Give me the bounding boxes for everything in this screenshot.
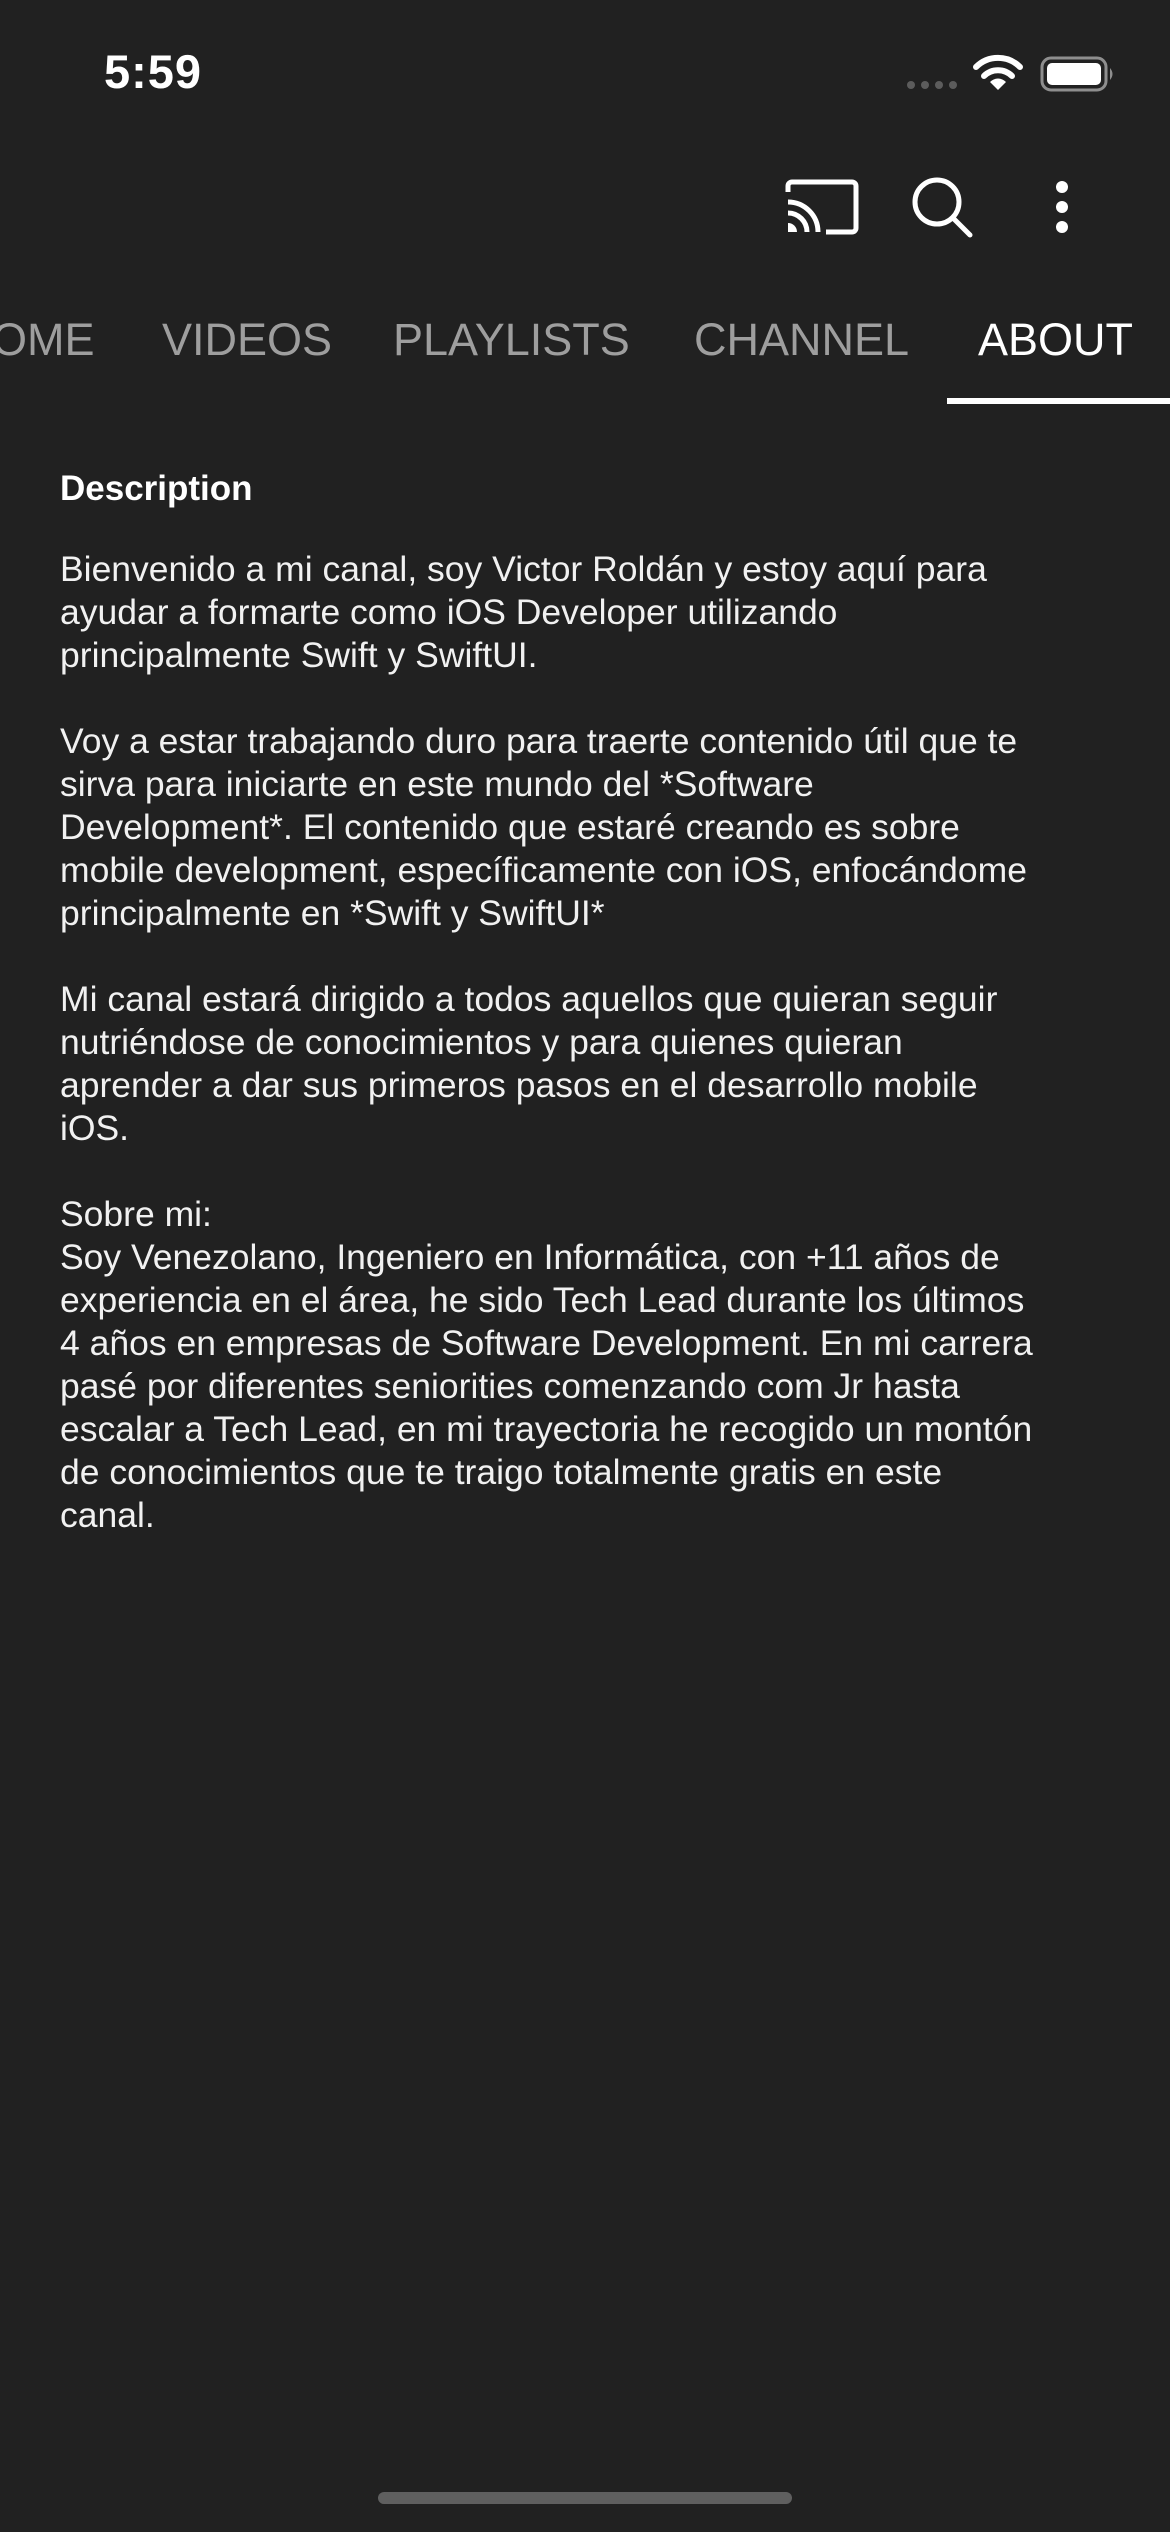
battery-full-icon [1040, 56, 1113, 92]
more-vertical-icon [1056, 181, 1068, 233]
search-button[interactable] [902, 172, 982, 242]
tab-playlists[interactable]: PLAYLISTS [393, 290, 630, 390]
signal-dots-icon [907, 81, 957, 89]
tab-videos[interactable]: VIDEOS [162, 290, 332, 390]
more-options-button[interactable] [1022, 172, 1102, 242]
active-tab-indicator [947, 398, 1170, 404]
channel-tabs: OME VIDEOS PLAYLISTS CHANNEL ABOUT [0, 290, 1170, 408]
cast-button[interactable] [782, 172, 862, 242]
description-heading: Description [60, 469, 253, 508]
tab-about[interactable]: ABOUT [978, 290, 1133, 390]
tab-channel[interactable]: CHANNEL [694, 290, 909, 390]
channel-description: Bienvenido a mi canal, soy Victor Roldán… [60, 549, 1033, 1535]
cast-icon [785, 179, 859, 235]
tab-home[interactable]: OME [0, 290, 95, 390]
home-indicator[interactable] [378, 2492, 792, 2504]
status-bar: 5:59 [0, 0, 1170, 150]
wifi-icon [973, 54, 1023, 90]
search-icon [912, 177, 973, 238]
status-time: 5:59 [104, 45, 203, 98]
about-section: Description Bienvenido a mi canal, soy V… [60, 458, 1120, 1537]
